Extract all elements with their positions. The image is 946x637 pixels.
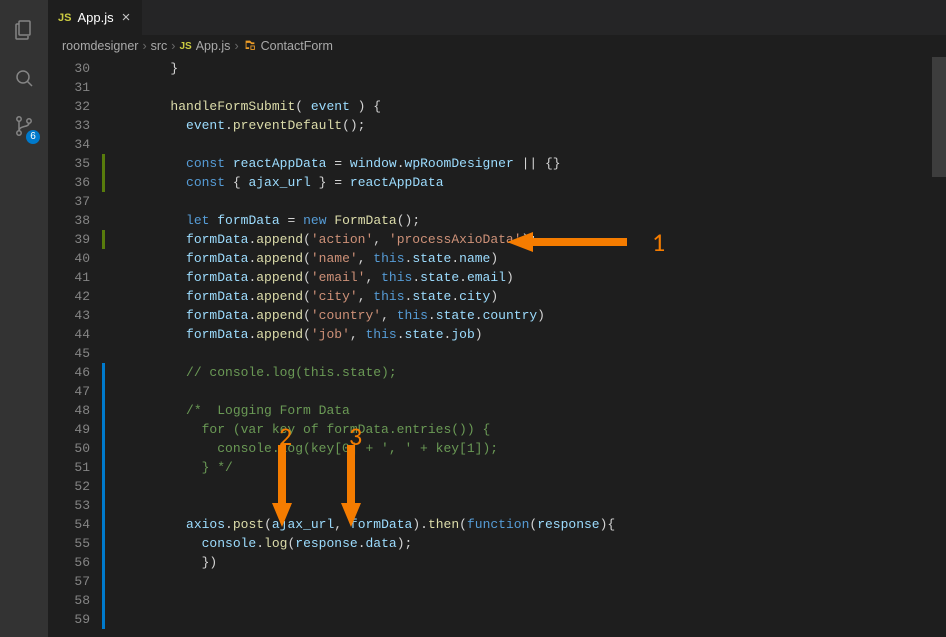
line-numbers: 3031323334353637383940414243444546474849… bbox=[48, 57, 102, 637]
breadcrumb-seg-symbol[interactable]: ContactForm bbox=[243, 38, 333, 55]
close-icon: × bbox=[122, 9, 131, 26]
editor-area: 3031323334353637383940414243444546474849… bbox=[48, 57, 946, 637]
breadcrumb-seg-file[interactable]: JS App.js bbox=[179, 39, 230, 53]
glyph-margin bbox=[102, 57, 108, 637]
activity-bar: 6 bbox=[0, 0, 48, 637]
minimap[interactable] bbox=[892, 57, 932, 637]
breadcrumb[interactable]: roomdesigner › src › JS App.js › Contact… bbox=[48, 35, 946, 57]
vertical-scrollbar[interactable] bbox=[932, 57, 946, 637]
tab-bar: JS App.js × bbox=[48, 0, 946, 35]
tab-app-js[interactable]: JS App.js × bbox=[48, 0, 142, 35]
js-file-icon: JS bbox=[58, 12, 71, 24]
files-icon bbox=[12, 18, 36, 46]
breadcrumb-seg-src[interactable]: src bbox=[151, 39, 168, 53]
chevron-right-icon: › bbox=[171, 39, 175, 53]
source-control-button[interactable]: 6 bbox=[0, 104, 48, 152]
breadcrumb-seg-root[interactable]: roomdesigner bbox=[62, 39, 138, 53]
close-tab-button[interactable]: × bbox=[120, 8, 133, 27]
scm-badge: 6 bbox=[26, 130, 40, 144]
search-icon bbox=[12, 66, 36, 94]
scrollbar-thumb[interactable] bbox=[932, 57, 946, 177]
explorer-button[interactable] bbox=[0, 8, 48, 56]
chevron-right-icon: › bbox=[142, 39, 146, 53]
code-content[interactable]: } handleFormSubmit( event ) { event.prev… bbox=[108, 57, 892, 637]
search-button[interactable] bbox=[0, 56, 48, 104]
js-file-icon: JS bbox=[179, 41, 191, 52]
editor-group: JS App.js × roomdesigner › src › JS App.… bbox=[48, 0, 946, 637]
tab-filename: App.js bbox=[77, 10, 113, 25]
class-icon bbox=[243, 38, 257, 55]
chevron-right-icon: › bbox=[234, 39, 238, 53]
